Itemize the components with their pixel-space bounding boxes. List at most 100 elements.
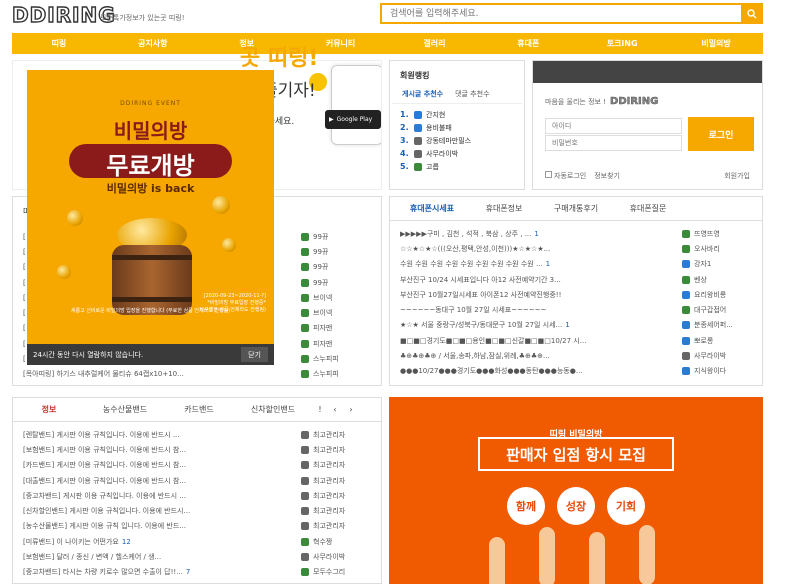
post-author[interactable]: 최고관리자 — [301, 430, 371, 440]
list-item[interactable]: [미류밴드] 이 나이키는 어떤가요 12 혁수짱 — [13, 534, 381, 549]
tab-price-list[interactable]: 휴대폰시세표 — [396, 203, 468, 214]
post-author[interactable]: 지식왕이다 — [682, 366, 752, 376]
nav-item-talking[interactable]: 토크iNG — [575, 33, 669, 54]
post-title[interactable]: ■□■□경기도■□■□용인■□■□신갈■□■□10/27 시... — [400, 336, 682, 346]
tab-more[interactable]: ! — [313, 405, 327, 414]
post-title[interactable]: [농수산물밴드] 게시판 이용 규칙 입니다. 이용에 반드... — [23, 521, 301, 531]
tab-new-car-band[interactable]: 신차할인밴드 — [233, 404, 313, 415]
post-title[interactable]: [미류밴드] 이 나이키는 어떤가요 12 — [23, 537, 301, 547]
login-button[interactable]: 로그인 — [688, 117, 754, 151]
nav-item-secret-room[interactable]: 비밀의방 — [669, 33, 763, 54]
list-item[interactable]: [보험밴드] 게시판 이용 규칙입니다. 이용에 반드시 참... 최고관리자 — [13, 442, 381, 457]
password-field[interactable] — [545, 135, 682, 151]
post-author[interactable]: 뽀로롱 — [682, 336, 752, 346]
nav-item-ddiring[interactable]: 띠링 — [12, 33, 106, 54]
tab-post-recommend[interactable]: 게시글 추천수 — [402, 89, 443, 99]
google-play-button[interactable]: ▶ Google Play — [325, 110, 381, 129]
next-tab-button[interactable]: › — [343, 405, 359, 414]
popup-close-button[interactable]: 닫기 — [241, 347, 268, 362]
post-title[interactable]: ♣⊕♣⊕♣⊕ / 서울,송파,하남,잠실,위례,♣⊕♣⊕... — [400, 351, 682, 361]
post-author[interactable]: 최고관리자 — [301, 445, 371, 455]
post-author[interactable]: 최고관리자 — [301, 460, 371, 470]
list-item[interactable]: [대출밴드] 게시판 이용 규칙입니다. 이용에 반드시 참... 최고관리자 — [13, 473, 381, 488]
post-author[interactable]: 사무라이박 — [301, 552, 371, 562]
post-author[interactable]: 99뀨 — [301, 262, 371, 272]
post-title[interactable]: 부산진구 10월27일시세표 아이폰12 사전예약진행중!! — [400, 290, 682, 300]
post-author[interactable]: 99뀨 — [301, 278, 371, 288]
post-author[interactable]: 모두수그리 — [301, 567, 371, 577]
search-input[interactable] — [382, 5, 727, 22]
post-author[interactable]: 대구갑접어 — [682, 305, 752, 315]
nav-item-gallery[interactable]: 갤러리 — [388, 33, 482, 54]
list-item[interactable]: ●●●10/27●●●경기도●●●화성●●●동탄●●●능동●... 지식왕이다 — [390, 364, 762, 379]
post-author[interactable]: 피자맨 — [301, 339, 371, 349]
list-item[interactable]: 부산진구 10/24 시세표입니다 아12 사전예약기간 3... 벤상 — [390, 272, 762, 287]
ranking-item[interactable]: 5. 고릅 — [400, 160, 514, 173]
list-item[interactable]: [보험밴드] 달러 / 종신 / 변액 / 헬스케어 / 생... 사무라이박 — [13, 549, 381, 564]
join-link[interactable]: 회원가입 — [724, 171, 750, 181]
post-author[interactable]: 브이넥 — [301, 293, 371, 303]
post-author[interactable]: 최고관리자 — [301, 491, 371, 501]
tab-card-band[interactable]: 카드밴드 — [165, 404, 233, 415]
prev-tab-button[interactable]: ‹ — [327, 405, 343, 414]
post-author[interactable]: 혁수짱 — [301, 537, 371, 547]
post-title[interactable]: [신차할인밴드] 게시판 이용 규칙입니다. 이용에 반드시... — [23, 506, 301, 516]
post-title[interactable]: 부산진구 10/24 시세표입니다 아12 사전예약기간 3... — [400, 275, 682, 285]
post-author[interactable]: 벤상 — [682, 275, 752, 285]
list-item[interactable]: ▶▶▶▶▶구미 , 김천 , 석적 , 북삼 , 상주 , ... 1 뜨영뜨영 — [390, 226, 762, 241]
post-title[interactable]: [목아띠링] 하기스 내추럴케어 물티슈 64캡x10+10... — [23, 369, 301, 379]
ranking-item[interactable]: 4. 사무라이박 — [400, 147, 514, 160]
post-title[interactable]: ☆☆★☆★☆(((오산,평택,안성,이천)))★☆★☆★... — [400, 244, 682, 254]
post-title[interactable]: ★☆★ 서울 중랑구/성북구/동대문구 10월 27일 시세... 1 — [400, 320, 682, 330]
id-field[interactable] — [545, 118, 682, 134]
list-item[interactable]: 수원 수원 수원 수원 수원 수원 수원 수원 수원 ... 1 강자1 — [390, 257, 762, 272]
tab-purchase-review[interactable]: 구매개통후기 — [540, 203, 612, 214]
tab-info[interactable]: 정보 — [13, 404, 85, 415]
list-item[interactable]: [카드밴드] 게시판 이용 규칙입니다. 이용에 반드시 참... 최고관리자 — [13, 458, 381, 473]
post-author[interactable]: 최고관리자 — [301, 506, 371, 516]
post-author[interactable]: 뜨영뜨영 — [682, 229, 752, 239]
post-author[interactable]: 피자맨 — [301, 323, 371, 333]
list-item[interactable]: ☆☆★☆★☆(((오산,평택,안성,이천)))★☆★☆★... 오사바리 — [390, 241, 762, 256]
nav-item-phone[interactable]: 휴대폰 — [481, 33, 575, 54]
post-title[interactable]: [보험밴드] 달러 / 종신 / 변액 / 헬스케어 / 생... — [23, 552, 301, 562]
post-title[interactable]: 수원 수원 수원 수원 수원 수원 수원 수원 수원 ... 1 — [400, 259, 682, 269]
post-author[interactable]: 사무라이박 — [682, 351, 752, 361]
post-title[interactable]: ▶▶▶▶▶구미 , 김천 , 석적 , 북삼 , 상주 , ... 1 — [400, 229, 682, 239]
post-title[interactable]: [렌탈밴드] 게시판 이용 규칙입니다. 이용에 반드시 ... — [23, 430, 301, 440]
post-title[interactable]: [중고차밴드] 타시는 차량 키로수 많으면 수출이 답!!... 7 — [23, 567, 301, 577]
seller-recruit-banner[interactable]: 띠링 비밀의방 판매자 입점 항시 모집 함께 성장 기회 — [389, 397, 763, 584]
post-author[interactable]: 스누피피 — [301, 369, 371, 379]
post-author[interactable]: 99뀨 — [301, 247, 371, 257]
list-item[interactable]: [신차할인밴드] 게시판 이용 규칙입니다. 이용에 반드시... 최고관리자 — [13, 503, 381, 518]
post-author[interactable]: 스누피피 — [301, 354, 371, 364]
post-title[interactable]: [대출밴드] 게시판 이용 규칙입니다. 이용에 반드시 참... — [23, 476, 301, 486]
list-item[interactable]: ■□■□경기도■□■□용인■□■□신갈■□■□10/27 시... 뽀로롱 — [390, 333, 762, 348]
list-item[interactable]: ♣⊕♣⊕♣⊕ / 서울,송파,하남,잠실,위례,♣⊕♣⊕... 사무라이박 — [390, 348, 762, 363]
ranking-item[interactable]: 1. 간지현 — [400, 108, 514, 121]
list-item[interactable]: ~~~~~~동대구 10월 27일 시세표~~~~~~ 대구갑접어 — [390, 302, 762, 317]
post-author[interactable]: 99뀨 — [301, 232, 371, 242]
list-item[interactable]: ★☆★ 서울 중랑구/성북구/동대문구 10월 27일 시세... 1 분종세어퍼.… — [390, 318, 762, 333]
list-item[interactable]: 부산진구 10월27일시세표 아이폰12 사전예약진행중!! 요리왕비룡 — [390, 287, 762, 302]
post-author[interactable]: 오사바리 — [682, 244, 752, 254]
list-item[interactable]: [중고차밴드] 타시는 차량 키로수 많으면 수출이 답!!... 7 모두수그리 — [13, 565, 381, 580]
post-title[interactable]: [카드밴드] 게시판 이용 규칙입니다. 이용에 반드시 참... — [23, 460, 301, 470]
list-item[interactable]: [목아띠링] 하기스 내추럴케어 물티슈 64캡x10+10... 스누피피 — [13, 367, 381, 382]
post-title[interactable]: [중고차밴드] 게시판 이용 규칙입니다. 이용에 반드시 ... — [23, 491, 301, 501]
ranking-item[interactable]: 3. 강동테마만필스 — [400, 134, 514, 147]
post-title[interactable]: ~~~~~~동대구 10월 27일 시세표~~~~~~ — [400, 305, 682, 315]
post-title[interactable]: [보험밴드] 게시판 이용 규칙입니다. 이용에 반드시 참... — [23, 445, 301, 455]
dismiss-24h-link[interactable]: 24시간 동안 다시 열람하지 않습니다. — [33, 350, 143, 360]
list-item[interactable]: [농수산물밴드] 게시판 이용 규칙 입니다. 이용에 반드... 최고관리자 — [13, 519, 381, 534]
post-author[interactable]: 최고관리자 — [301, 476, 371, 486]
search-button[interactable] — [741, 3, 763, 24]
list-item[interactable]: [중고차밴드] 게시판 이용 규칙입니다. 이용에 반드시 ... 최고관리자 — [13, 488, 381, 503]
post-author[interactable]: 분종세어퍼... — [682, 320, 752, 330]
find-info-link[interactable]: 정보찾기 — [594, 171, 620, 181]
tab-phone-info[interactable]: 휴대폰정보 — [468, 203, 540, 214]
tab-agri-band[interactable]: 농수산물밴드 — [85, 404, 165, 415]
post-author[interactable]: 요리왕비룡 — [682, 290, 752, 300]
post-author[interactable]: 강자1 — [682, 259, 752, 269]
tab-comment-recommend[interactable]: 댓글 추천수 — [455, 89, 489, 99]
